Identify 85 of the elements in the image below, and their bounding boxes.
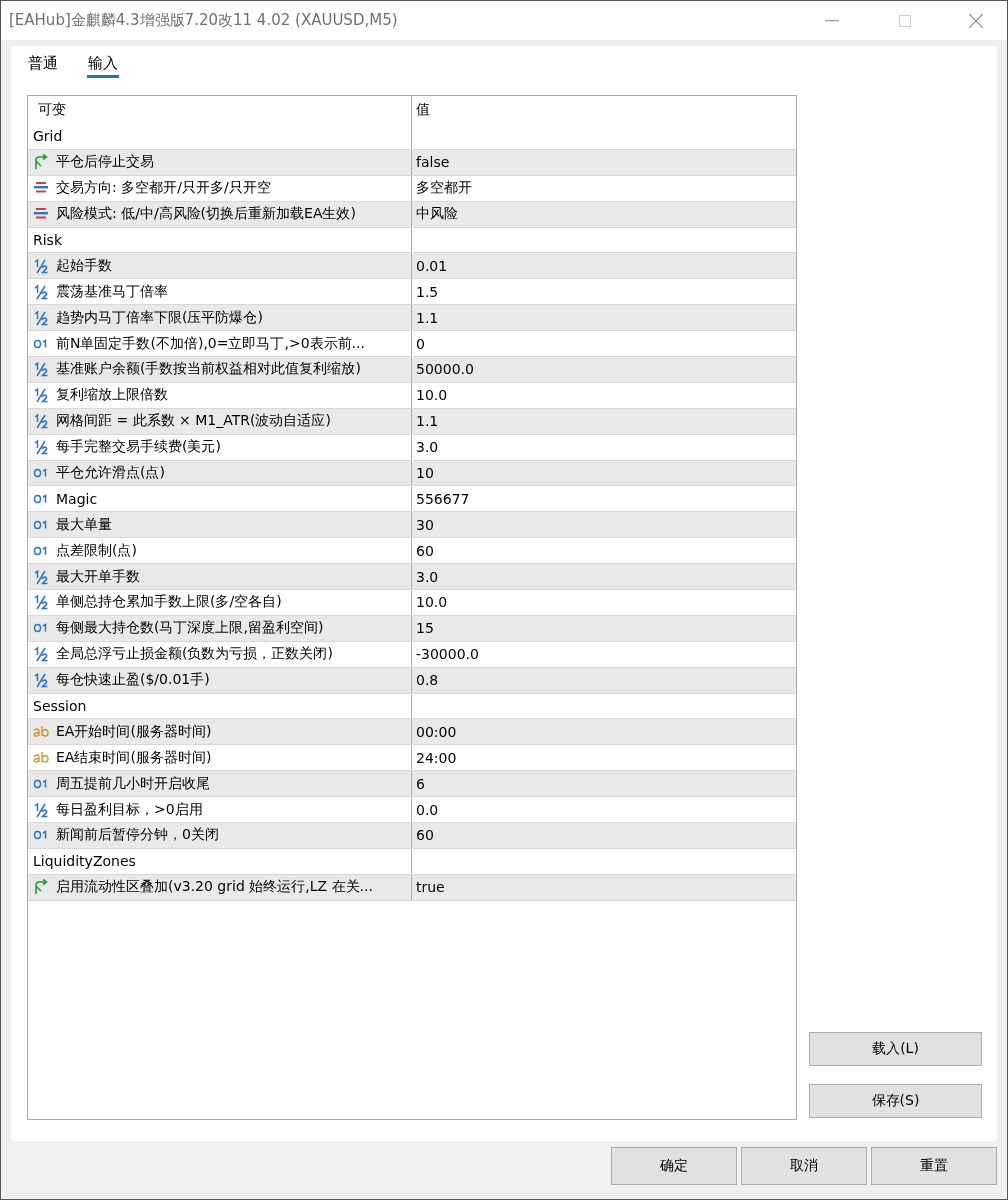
parameter-name: 启用流动性区叠加(v3.20 grid 始终运行,LZ 在关...	[56, 878, 373, 897]
column-header: 可变	[28, 96, 412, 124]
arrow-icon	[33, 154, 49, 171]
parameter-name: 最大单量	[56, 515, 112, 534]
parameter-value[interactable]: 3.0	[416, 439, 439, 456]
dialog-button[interactable]: 重置	[871, 1147, 997, 1185]
fraction-icon	[33, 801, 49, 818]
parameter-value[interactable]: 10.0	[416, 594, 448, 611]
parameter-value[interactable]: 10.0	[416, 387, 448, 404]
parameter-name: 每仓快速止盈($/0.01手)	[56, 671, 210, 690]
tab[interactable]: 普通	[27, 52, 59, 78]
parameter-value[interactable]: 1.5	[416, 283, 439, 300]
parameter-name: 基准账户余额(手数按当前权益相对此值复利缩放)	[56, 360, 361, 379]
parameter-name: 平仓允许滑点(点)	[56, 464, 165, 482]
parameter-value[interactable]: 1.1	[416, 413, 439, 430]
parameter-value[interactable]: 6	[416, 775, 425, 792]
parameter-name: 平仓后停止交易	[56, 153, 154, 172]
tab[interactable]: 输入	[87, 52, 119, 78]
fraction-icon	[33, 672, 49, 689]
fraction-icon	[33, 309, 49, 326]
fraction-icon	[33, 413, 49, 430]
letters-icon	[33, 749, 49, 766]
dialog-button[interactable]: 确定	[611, 1147, 737, 1185]
fraction-icon	[33, 568, 49, 585]
parameter-value[interactable]: 10	[416, 465, 434, 481]
parameter-value[interactable]: 60	[416, 542, 434, 559]
parameter-value[interactable]: 3.0	[416, 568, 439, 585]
fraction-icon	[33, 387, 49, 404]
parameter-name: 每日盈利目标，>0启用	[56, 800, 203, 819]
close-icon[interactable]	[969, 13, 983, 28]
fraction-icon	[33, 439, 49, 456]
group-label: LiquidityZones	[33, 853, 136, 870]
parameter-name: 震荡基准马丁倍率	[56, 282, 168, 301]
parameter-value[interactable]: 24:00	[416, 749, 457, 766]
parameter-name: 每手完整交易手续费(美元)	[56, 438, 221, 457]
parameter-name: 复利缩放上限倍数	[56, 386, 168, 405]
parameter-name: 点差限制(点)	[56, 541, 137, 560]
parameter-value[interactable]: 中风险	[416, 205, 458, 224]
parameter-name: 单侧总持仓累加手数上限(多/空各自)	[56, 593, 282, 612]
fraction-icon	[33, 257, 49, 274]
parameter-name: 趋势内马丁倍率下限(压平防爆仓)	[56, 308, 263, 327]
parameter-value[interactable]: 60	[416, 827, 434, 844]
group-label: Risk	[33, 232, 63, 248]
parameter-value[interactable]: 0	[416, 335, 425, 352]
parameter-value[interactable]: 0.0	[416, 801, 439, 818]
parameter-name: 交易方向: 多空都开/只开多/只开空	[56, 179, 271, 198]
dialog-button[interactable]: 取消	[741, 1147, 867, 1185]
parameter-name: 起始手数	[56, 256, 112, 275]
side-button[interactable]: 保存(S)	[809, 1084, 982, 1118]
column-header: 值	[415, 100, 431, 119]
minimize-icon[interactable]	[825, 19, 839, 22]
parameter-value[interactable]: 0.8	[416, 672, 439, 689]
parameter-value[interactable]: false	[416, 154, 450, 171]
letters-icon	[33, 723, 49, 740]
window-title: [EAHub]金麒麟4.3增强版7.20改11 4.02 (XAUUSD,M5)	[9, 11, 399, 30]
parameter-value[interactable]: 50000.0	[416, 361, 474, 378]
parameter-name: 网格间距 = 此系数 × M1_ATR(波动自适应)	[56, 412, 331, 431]
maximize-icon[interactable]	[899, 14, 911, 27]
parameter-name: 新闻前后暂停分钟，0关闭	[56, 826, 219, 845]
parameter-name: 全局总浮亏止损金额(负数为亏损，正数关闭)	[56, 645, 333, 664]
parameter-name: 周五提前几小时开启收尾	[56, 774, 210, 793]
parameter-value[interactable]: 556677	[416, 490, 470, 507]
parameter-value[interactable]: 1.1	[416, 309, 439, 326]
fraction-icon	[33, 283, 49, 300]
parameter-name: EA结束时间(服务器时间)	[56, 748, 212, 767]
fraction-icon	[33, 361, 49, 378]
arrow-icon	[33, 879, 49, 896]
group-label: Session	[33, 698, 87, 715]
side-button[interactable]: 载入(L)	[809, 1032, 982, 1066]
parameter-value[interactable]: 00:00	[416, 723, 457, 740]
parameter-value[interactable]: -30000.0	[416, 646, 479, 663]
parameter-name: 前N单固定手数(不加倍),0=立即马丁,>0表示前...	[56, 334, 365, 353]
parameter-value[interactable]: 15	[416, 620, 434, 637]
group-label: Grid	[33, 128, 63, 145]
fraction-icon	[33, 646, 49, 663]
parameter-name: Magic	[56, 490, 98, 507]
parameter-name: EA开始时间(服务器时间)	[56, 722, 212, 741]
parameter-name: 每侧最大持仓数(马丁深度上限,留盈利空间)	[56, 619, 324, 638]
parameter-value[interactable]: 30	[416, 516, 434, 533]
parameter-value[interactable]: 多空都开	[416, 179, 472, 198]
parameter-name: 最大开单手数	[56, 567, 140, 586]
parameter-value[interactable]: 0.01	[416, 257, 448, 274]
parameter-name: 风险模式: 低/中/高风险(切换后重新加载EA生效)	[56, 205, 356, 224]
parameter-value[interactable]: true	[416, 879, 445, 896]
fraction-icon	[33, 594, 49, 611]
